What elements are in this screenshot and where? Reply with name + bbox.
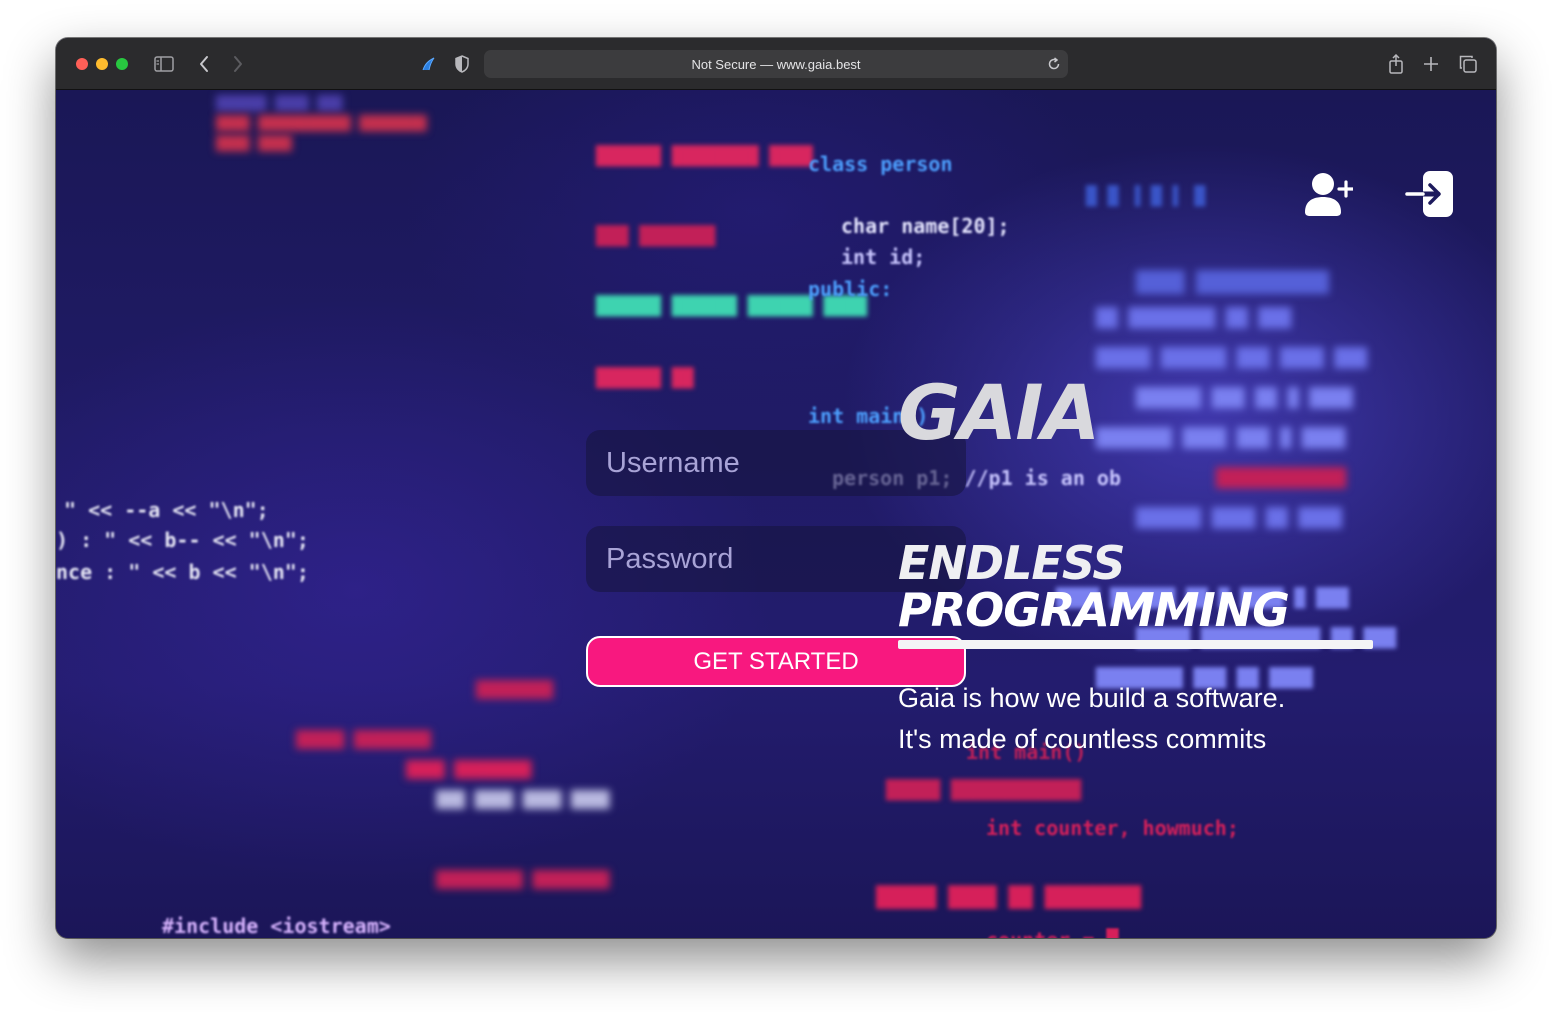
register-button[interactable] xyxy=(1300,166,1356,222)
extension-icon[interactable] xyxy=(416,52,440,76)
brand-logo: GAIA xyxy=(898,368,1100,457)
bg-code-line: int id; xyxy=(841,245,926,269)
tagline-line-1: Gaia is how we build a software. xyxy=(898,683,1286,713)
bg-code-line: ) : " << b-- << "\n"; xyxy=(56,528,309,552)
login-button[interactable] xyxy=(1402,166,1458,222)
zoom-window-button[interactable] xyxy=(116,58,128,70)
tagline-line-2: It's made of countless commits xyxy=(898,724,1267,754)
tab-overview-icon[interactable] xyxy=(1456,52,1480,76)
bg-code-line: #include <iostream> xyxy=(162,914,391,938)
bg-code-line: " << --a << "\n"; xyxy=(64,498,269,522)
page-content: ██████ ████ ███ ████ ███████████ ███████… xyxy=(56,90,1496,938)
bg-code-line: char name[20]; xyxy=(841,214,1010,238)
hero-headline: ENDLESS PROGRAMMING xyxy=(898,540,1378,634)
headline-divider xyxy=(898,640,1373,649)
browser-window: Not Secure — www.gaia.best ██████ ████ █… xyxy=(56,38,1496,938)
close-window-button[interactable] xyxy=(76,58,88,70)
headline-line-2: PROGRAMMING xyxy=(898,583,1290,637)
reload-icon[interactable] xyxy=(1046,56,1062,72)
back-icon[interactable] xyxy=(192,52,216,76)
forward-icon[interactable] xyxy=(226,52,250,76)
bg-code-line: int counter, howmuch; xyxy=(986,816,1239,840)
privacy-shield-icon[interactable] xyxy=(450,52,474,76)
bg-code-line: public: xyxy=(808,277,893,301)
login-icon xyxy=(1405,171,1453,217)
share-icon[interactable] xyxy=(1384,52,1408,76)
bg-code-line: nce : " << b << "\n"; xyxy=(56,560,309,584)
address-text: Not Secure — www.gaia.best xyxy=(691,56,861,72)
browser-toolbar: Not Secure — www.gaia.best xyxy=(56,38,1496,90)
new-tab-icon[interactable] xyxy=(1419,52,1443,76)
headline-line-1: ENDLESS xyxy=(898,536,1125,590)
background-code-art: ██████ ████ ███ ████ ███████████ ███████… xyxy=(56,96,1397,938)
sidebar-toggle-icon[interactable] xyxy=(152,52,176,76)
hero-tagline: Gaia is how we build a software. It's ma… xyxy=(898,678,1378,760)
minimize-window-button[interactable] xyxy=(96,58,108,70)
bg-code-line: class person xyxy=(808,152,953,176)
user-plus-icon xyxy=(1305,173,1353,216)
address-bar[interactable]: Not Secure — www.gaia.best xyxy=(484,50,1068,78)
